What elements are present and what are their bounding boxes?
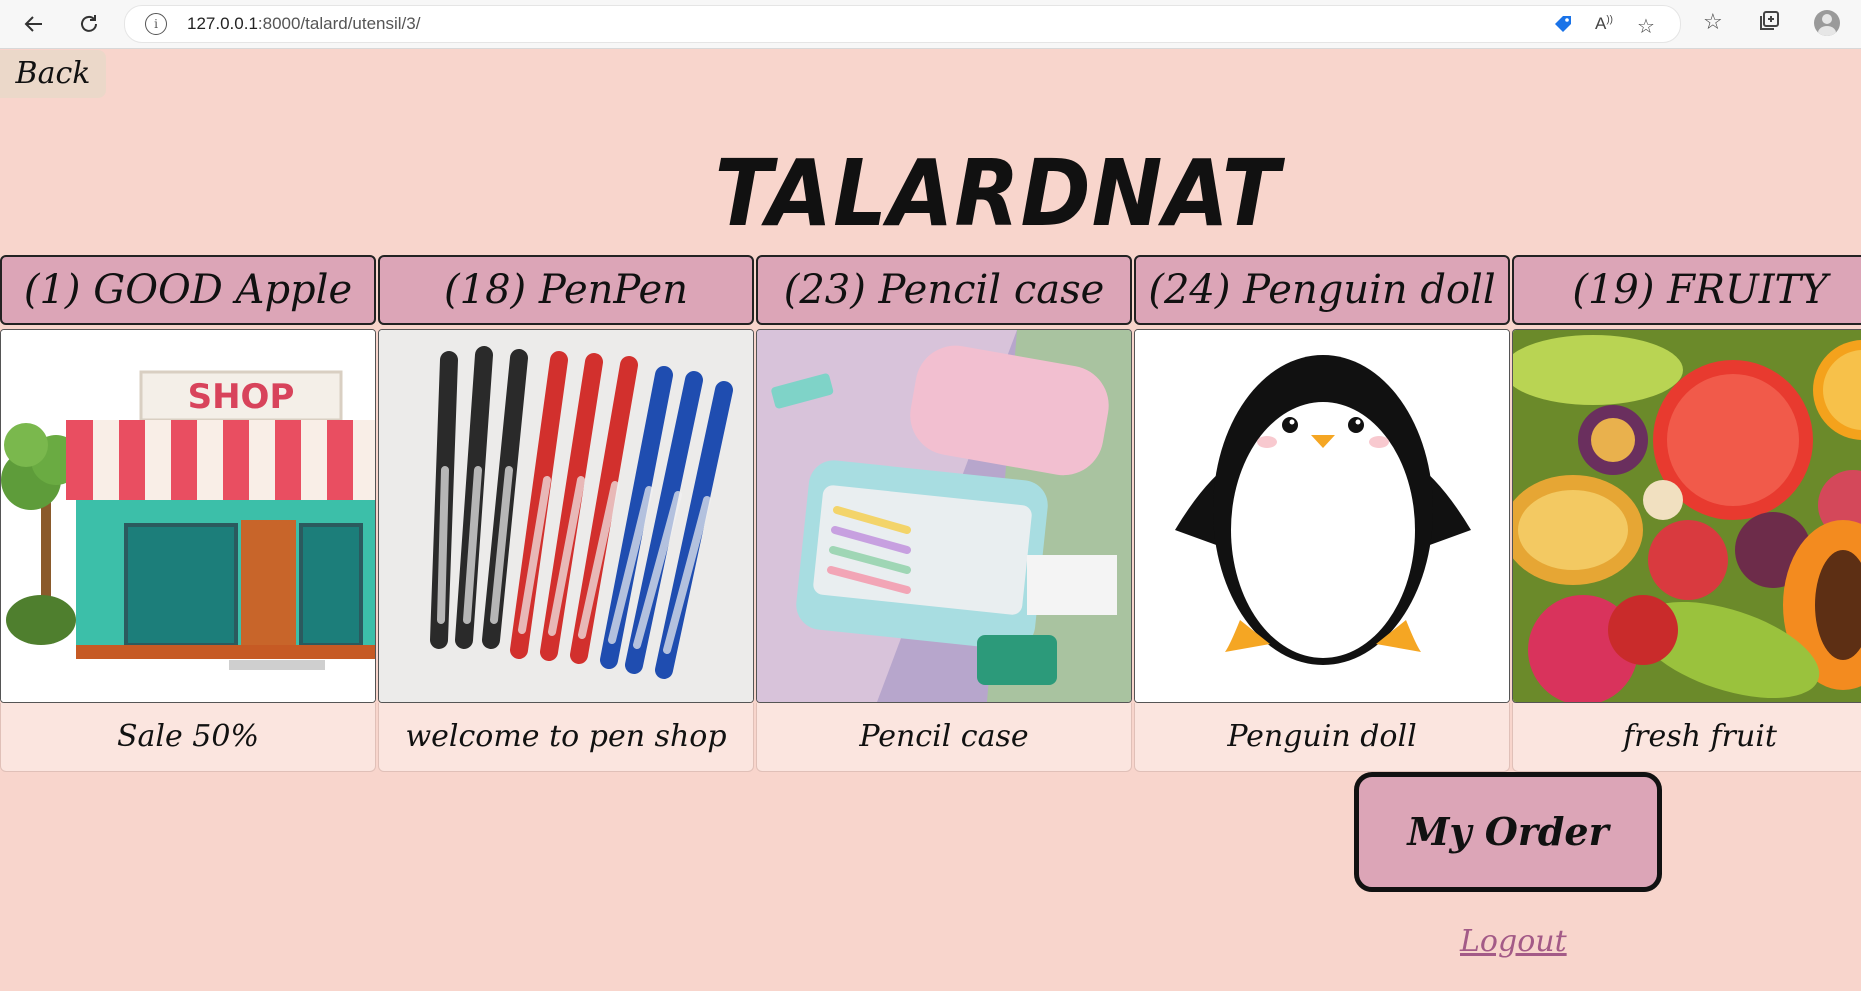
url-path: :8000/talard/utensil/3/ (257, 14, 421, 33)
read-aloud-icon[interactable]: A)) (1595, 14, 1613, 34)
product-card-row: (1) GOOD Apple SHOP Sale 50% (18) PenPen… (0, 255, 1861, 775)
logout-link[interactable]: Logout (1460, 924, 1567, 959)
card-description: welcome to pen shop (378, 703, 754, 772)
browser-toolbar: i 127.0.0.1:8000/talard/utensil/3/ A)) ☆… (0, 0, 1861, 49)
card-description: fresh fruit (1512, 703, 1861, 772)
my-order-button[interactable]: My Order (1354, 772, 1662, 892)
site-info-icon[interactable]: i (145, 13, 167, 35)
pencil-case-image (756, 329, 1132, 703)
url-host: 127.0.0.1 (187, 14, 258, 33)
back-button[interactable]: Back (0, 50, 106, 98)
favorite-star-icon[interactable]: ☆ (1637, 14, 1655, 38)
url-text[interactable]: 127.0.0.1:8000/talard/utensil/3/ (187, 14, 420, 34)
card-header[interactable]: (1) GOOD Apple (0, 255, 376, 325)
page-title: TALARDNAT (714, 140, 1281, 247)
address-bar[interactable]: i 127.0.0.1:8000/talard/utensil/3/ A)) ☆ (124, 5, 1681, 43)
card-description: Penguin doll (1134, 703, 1510, 772)
card-header[interactable]: (19) FRUITY (1512, 255, 1861, 325)
shopping-tag-icon[interactable] (1553, 14, 1573, 39)
back-arrow-icon[interactable] (18, 8, 50, 40)
product-card[interactable]: (18) PenPen welcome to pen shop (378, 255, 754, 772)
gel-pens-image (378, 329, 754, 703)
reload-icon[interactable] (73, 8, 105, 40)
favorites-icon[interactable]: ☆ (1703, 10, 1723, 35)
collections-icon[interactable] (1758, 10, 1780, 38)
fruits-image (1512, 329, 1861, 703)
shop-sign-text: SHOP (188, 377, 295, 417)
card-header[interactable]: (24) Penguin doll (1134, 255, 1510, 325)
penguin-image (1134, 329, 1510, 703)
shop-storefront-image: SHOP (0, 329, 376, 703)
card-header[interactable]: (23) Pencil case (756, 255, 1132, 325)
card-header[interactable]: (18) PenPen (378, 255, 754, 325)
product-card[interactable]: (19) FRUITY fresh fruit (1512, 255, 1861, 772)
product-card[interactable]: (24) Penguin doll Penguin doll (1134, 255, 1510, 772)
profile-avatar[interactable] (1814, 10, 1840, 36)
product-card[interactable]: (1) GOOD Apple SHOP Sale 50% (0, 255, 376, 772)
card-description: Sale 50% (0, 703, 376, 772)
card-description: Pencil case (756, 703, 1132, 772)
product-card[interactable]: (23) Pencil case Pencil case (756, 255, 1132, 772)
